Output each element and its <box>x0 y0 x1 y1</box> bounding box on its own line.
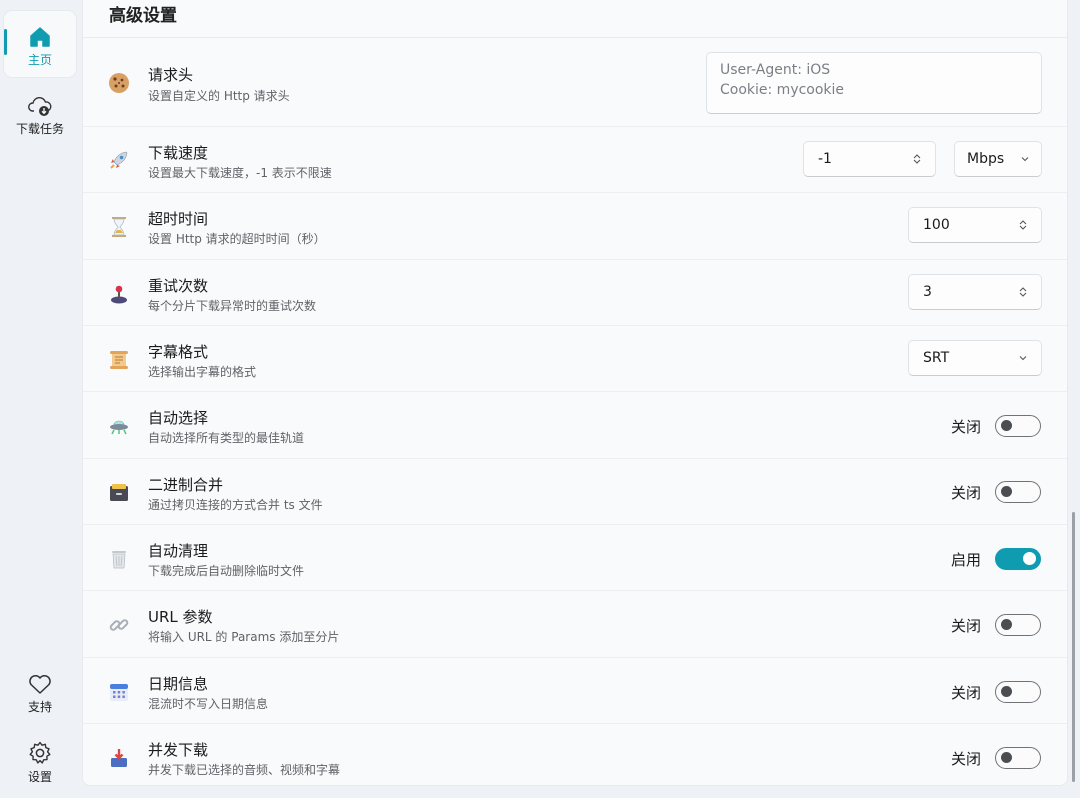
headers-textarea[interactable]: User-Agent: iOS Cookie: mycookie <box>706 52 1042 114</box>
setting-row-binary-merge: 二进制合并 通过拷贝连接的方式合并 ts 文件 关闭 <box>83 459 1067 525</box>
nav-label-settings: 设置 <box>27 770 52 784</box>
row-title: 字幕格式 <box>148 343 209 361</box>
spinner-icon[interactable] <box>1017 286 1029 298</box>
retry-value: 3 <box>923 284 932 300</box>
cloud-download-icon <box>28 97 52 116</box>
row-desc: 选择输出字幕的格式 <box>148 365 257 379</box>
heart-icon <box>29 674 51 694</box>
row-title: 二进制合并 <box>148 476 224 494</box>
section-title: 高级设置 <box>109 6 177 26</box>
toggle-knob <box>1001 420 1012 431</box>
url-params-toggle[interactable] <box>995 614 1041 636</box>
toggle-state-label: 启用 <box>950 551 981 569</box>
row-title: 自动选择 <box>148 409 209 427</box>
row-title: 重试次数 <box>148 277 209 295</box>
row-desc: 将输入 URL 的 Params 添加至分片 <box>148 630 340 644</box>
hourglass-icon <box>107 215 131 239</box>
toggle-knob <box>1001 752 1012 763</box>
toggle-knob <box>1001 686 1012 697</box>
timeout-value: 100 <box>923 217 950 233</box>
setting-row-url-params: URL 参数 将输入 URL 的 Params 添加至分片 关闭 <box>83 591 1067 658</box>
cookie-icon <box>107 71 131 95</box>
row-desc: 每个分片下载异常时的重试次数 <box>148 299 317 313</box>
toggle-state-label: 关闭 <box>950 484 981 502</box>
nav-item-settings[interactable]: 设置 <box>4 738 76 794</box>
speed-number-input[interactable]: -1 <box>803 141 936 177</box>
toggle-knob <box>1001 486 1012 497</box>
chevron-down-icon <box>1021 157 1029 162</box>
subtitle-format-value: SRT <box>923 350 950 366</box>
nav-item-downloads[interactable]: 下载任务 <box>4 86 76 146</box>
nav-item-home[interactable]: 主页 <box>4 11 76 77</box>
row-desc: 混流时不写入日期信息 <box>148 697 269 711</box>
vertical-scrollbar[interactable] <box>1072 512 1075 782</box>
row-title: 并发下载 <box>148 741 209 759</box>
link-icon <box>107 613 131 637</box>
toggle-state-label: 关闭 <box>950 617 981 635</box>
ufo-icon <box>107 414 131 438</box>
home-icon <box>30 27 50 47</box>
row-desc: 设置自定义的 Http 请求头 <box>148 89 290 103</box>
auto-select-toggle[interactable] <box>995 415 1041 437</box>
rocket-icon <box>107 148 131 172</box>
joystick-icon <box>107 282 131 306</box>
retry-number-input[interactable]: 3 <box>908 274 1042 310</box>
setting-row-date-info: 日期信息 混流时不写入日期信息 关闭 <box>83 658 1067 724</box>
binary-merge-toggle[interactable] <box>995 481 1041 503</box>
setting-row-concurrent: 并发下载 并发下载已选择的音频、视频和字幕 关闭 <box>83 724 1067 785</box>
sidebar: 主页 下载任务 支持 设置 <box>0 0 80 798</box>
scroll-icon <box>107 348 131 372</box>
setting-row-timeout: 超时时间 设置 Http 请求的超时时间（秒） 100 <box>83 193 1067 260</box>
nav-label-downloads: 下载任务 <box>15 122 64 136</box>
concurrent-toggle[interactable] <box>995 747 1041 769</box>
nav-item-support[interactable]: 支持 <box>4 668 76 724</box>
nav-label-home: 主页 <box>27 53 52 67</box>
toggle-knob <box>1023 552 1036 565</box>
date-info-toggle[interactable] <box>995 681 1041 703</box>
setting-row-retry: 重试次数 每个分片下载异常时的重试次数 3 <box>83 260 1067 326</box>
row-title: 下载速度 <box>148 144 209 162</box>
setting-row-speed: 下载速度 设置最大下载速度，-1 表示不限速 -1 Mbps <box>83 127 1067 193</box>
row-title: 日期信息 <box>148 675 209 693</box>
setting-row-headers: 请求头 设置自定义的 Http 请求头 User-Agent: iOS Cook… <box>83 38 1067 127</box>
row-desc: 设置最大下载速度，-1 表示不限速 <box>148 166 332 180</box>
speed-unit: Mbps <box>967 151 1005 167</box>
row-title: 超时时间 <box>148 210 209 228</box>
auto-clean-toggle[interactable] <box>995 548 1041 570</box>
active-indicator <box>4 29 7 55</box>
spinner-icon[interactable] <box>911 153 923 165</box>
timeout-number-input[interactable]: 100 <box>908 207 1042 243</box>
row-desc: 自动选择所有类型的最佳轨道 <box>148 431 305 445</box>
speed-unit-select[interactable]: Mbps <box>954 141 1042 177</box>
gear-icon <box>29 741 51 764</box>
row-title: 请求头 <box>148 66 194 84</box>
calendar-icon <box>107 680 131 704</box>
settings-panel: 高级设置 请求头 设置自定义的 Http 请求头 User-Agent: iOS… <box>82 0 1068 786</box>
trash-icon <box>107 547 131 571</box>
inbox-download-icon <box>107 746 131 770</box>
cabinet-icon <box>107 481 131 505</box>
chevron-down-icon <box>1019 356 1027 361</box>
setting-row-subtitle-format: 字幕格式 选择输出字幕的格式 SRT <box>83 326 1067 392</box>
headers-line-1: User-Agent: iOS <box>720 62 831 78</box>
subtitle-format-select[interactable]: SRT <box>908 340 1042 376</box>
row-desc: 并发下载已选择的音频、视频和字幕 <box>148 763 341 777</box>
setting-row-auto-select: 自动选择 自动选择所有类型的最佳轨道 关闭 <box>83 392 1067 459</box>
nav-label-support: 支持 <box>27 700 52 714</box>
row-desc: 下载完成后自动删除临时文件 <box>148 564 305 578</box>
spinner-icon[interactable] <box>1017 219 1029 231</box>
setting-row-auto-clean: 自动清理 下载完成后自动删除临时文件 启用 <box>83 525 1067 591</box>
speed-value: -1 <box>818 151 832 167</box>
row-desc: 设置 Http 请求的超时时间（秒） <box>148 232 326 246</box>
toggle-knob <box>1001 619 1012 630</box>
toggle-state-label: 关闭 <box>950 750 981 768</box>
row-title: 自动清理 <box>148 542 209 560</box>
headers-line-2: Cookie: mycookie <box>720 82 845 98</box>
toggle-state-label: 关闭 <box>950 418 981 436</box>
toggle-state-label: 关闭 <box>950 684 981 702</box>
row-title: URL 参数 <box>148 608 213 626</box>
row-desc: 通过拷贝连接的方式合并 ts 文件 <box>148 498 323 512</box>
